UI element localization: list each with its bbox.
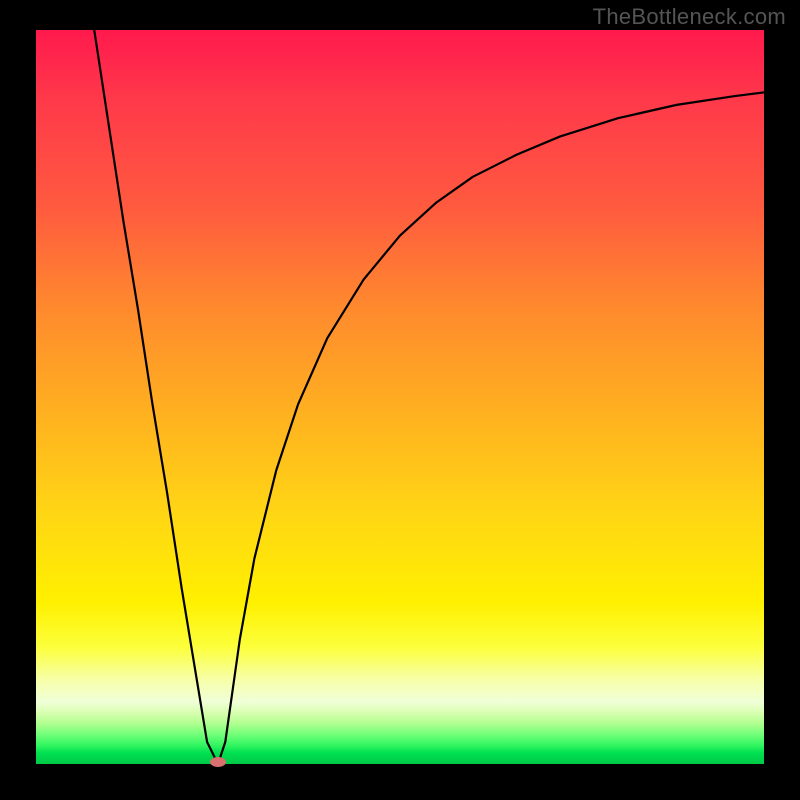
chart-container: TheBottleneck.com [0, 0, 800, 800]
plot-area [36, 30, 764, 764]
bottleneck-curve [36, 30, 764, 764]
minimum-marker [210, 757, 226, 767]
watermark-text: TheBottleneck.com [593, 4, 786, 30]
